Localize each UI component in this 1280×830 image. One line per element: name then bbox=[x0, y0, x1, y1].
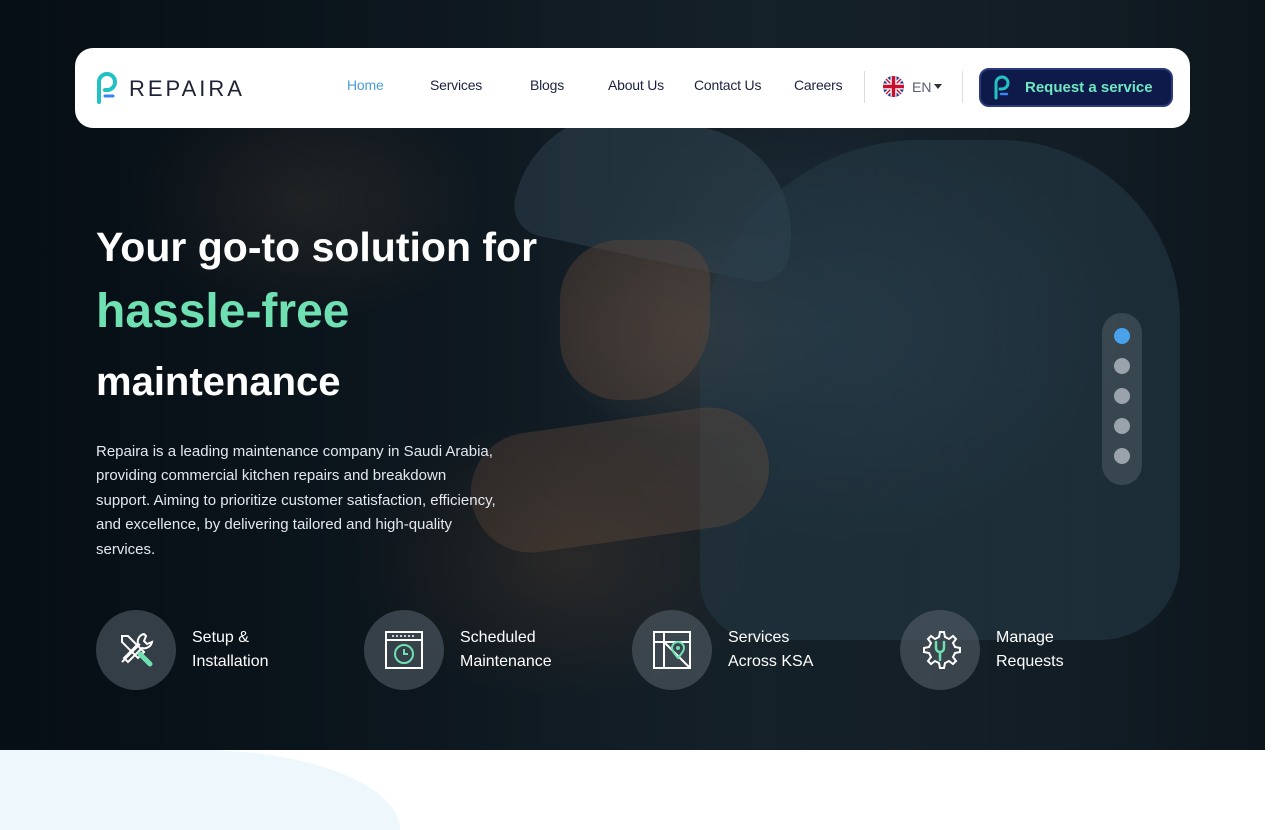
language-code: EN bbox=[912, 78, 932, 95]
tools-icon bbox=[96, 610, 176, 690]
nav-services[interactable]: Services bbox=[430, 77, 482, 93]
slider-dot-1[interactable] bbox=[1114, 328, 1130, 344]
logo-mark-icon bbox=[994, 75, 1010, 99]
brand-name: REPAIRA bbox=[129, 76, 245, 101]
feature-subtitle: Maintenance bbox=[460, 653, 552, 670]
feature-services-across-ksa: Services Across KSA bbox=[632, 610, 813, 690]
hero-title-line3: maintenance bbox=[96, 360, 341, 404]
clock-calendar-icon bbox=[364, 610, 444, 690]
slider-dot-4[interactable] bbox=[1114, 418, 1130, 434]
slider-dot-3[interactable] bbox=[1114, 388, 1130, 404]
hero-description: Repaira is a leading maintenance company… bbox=[96, 443, 496, 558]
navbar: REPAIRA Home Services Blogs About Us Con… bbox=[75, 48, 1190, 128]
feature-title: Manage bbox=[996, 629, 1054, 646]
nav-divider bbox=[962, 71, 963, 103]
nav-contact-us[interactable]: Contact Us bbox=[694, 77, 761, 93]
nav-blogs[interactable]: Blogs bbox=[530, 77, 564, 93]
logo-mark-icon bbox=[97, 72, 118, 104]
nav-careers[interactable]: Careers bbox=[794, 77, 843, 93]
uk-flag-icon bbox=[883, 76, 904, 97]
request-service-button[interactable]: Request a service bbox=[979, 68, 1173, 107]
hero-title-highlight: hassle-free bbox=[96, 285, 350, 338]
feature-setup-installation: Setup & Installation bbox=[96, 610, 269, 690]
feature-subtitle: Requests bbox=[996, 653, 1064, 670]
nav-divider bbox=[864, 71, 865, 103]
slider-dot-5[interactable] bbox=[1114, 448, 1130, 464]
nav-home[interactable]: Home bbox=[347, 77, 384, 93]
nav-about-us[interactable]: About Us bbox=[608, 77, 664, 93]
feature-title: Services bbox=[728, 629, 790, 646]
next-section-decoration bbox=[0, 750, 400, 830]
gear-wrench-icon bbox=[900, 610, 980, 690]
language-selector[interactable]: EN bbox=[883, 76, 943, 97]
feature-manage-requests: Manage Requests bbox=[900, 610, 1064, 690]
map-pin-icon bbox=[632, 610, 712, 690]
request-service-label: Request a service bbox=[1025, 79, 1153, 96]
slider-pagination bbox=[1102, 313, 1142, 485]
feature-subtitle: Installation bbox=[192, 653, 269, 670]
brand-logo[interactable]: REPAIRA bbox=[95, 72, 245, 106]
feature-title: Setup & bbox=[192, 629, 249, 646]
hero-title-line1: Your go-to solution for bbox=[96, 224, 538, 270]
slider-dot-2[interactable] bbox=[1114, 358, 1130, 374]
feature-scheduled-maintenance: Scheduled Maintenance bbox=[364, 610, 552, 690]
feature-subtitle: Across KSA bbox=[728, 653, 814, 670]
chevron-down-icon bbox=[934, 84, 943, 89]
feature-title: Scheduled bbox=[460, 629, 536, 646]
